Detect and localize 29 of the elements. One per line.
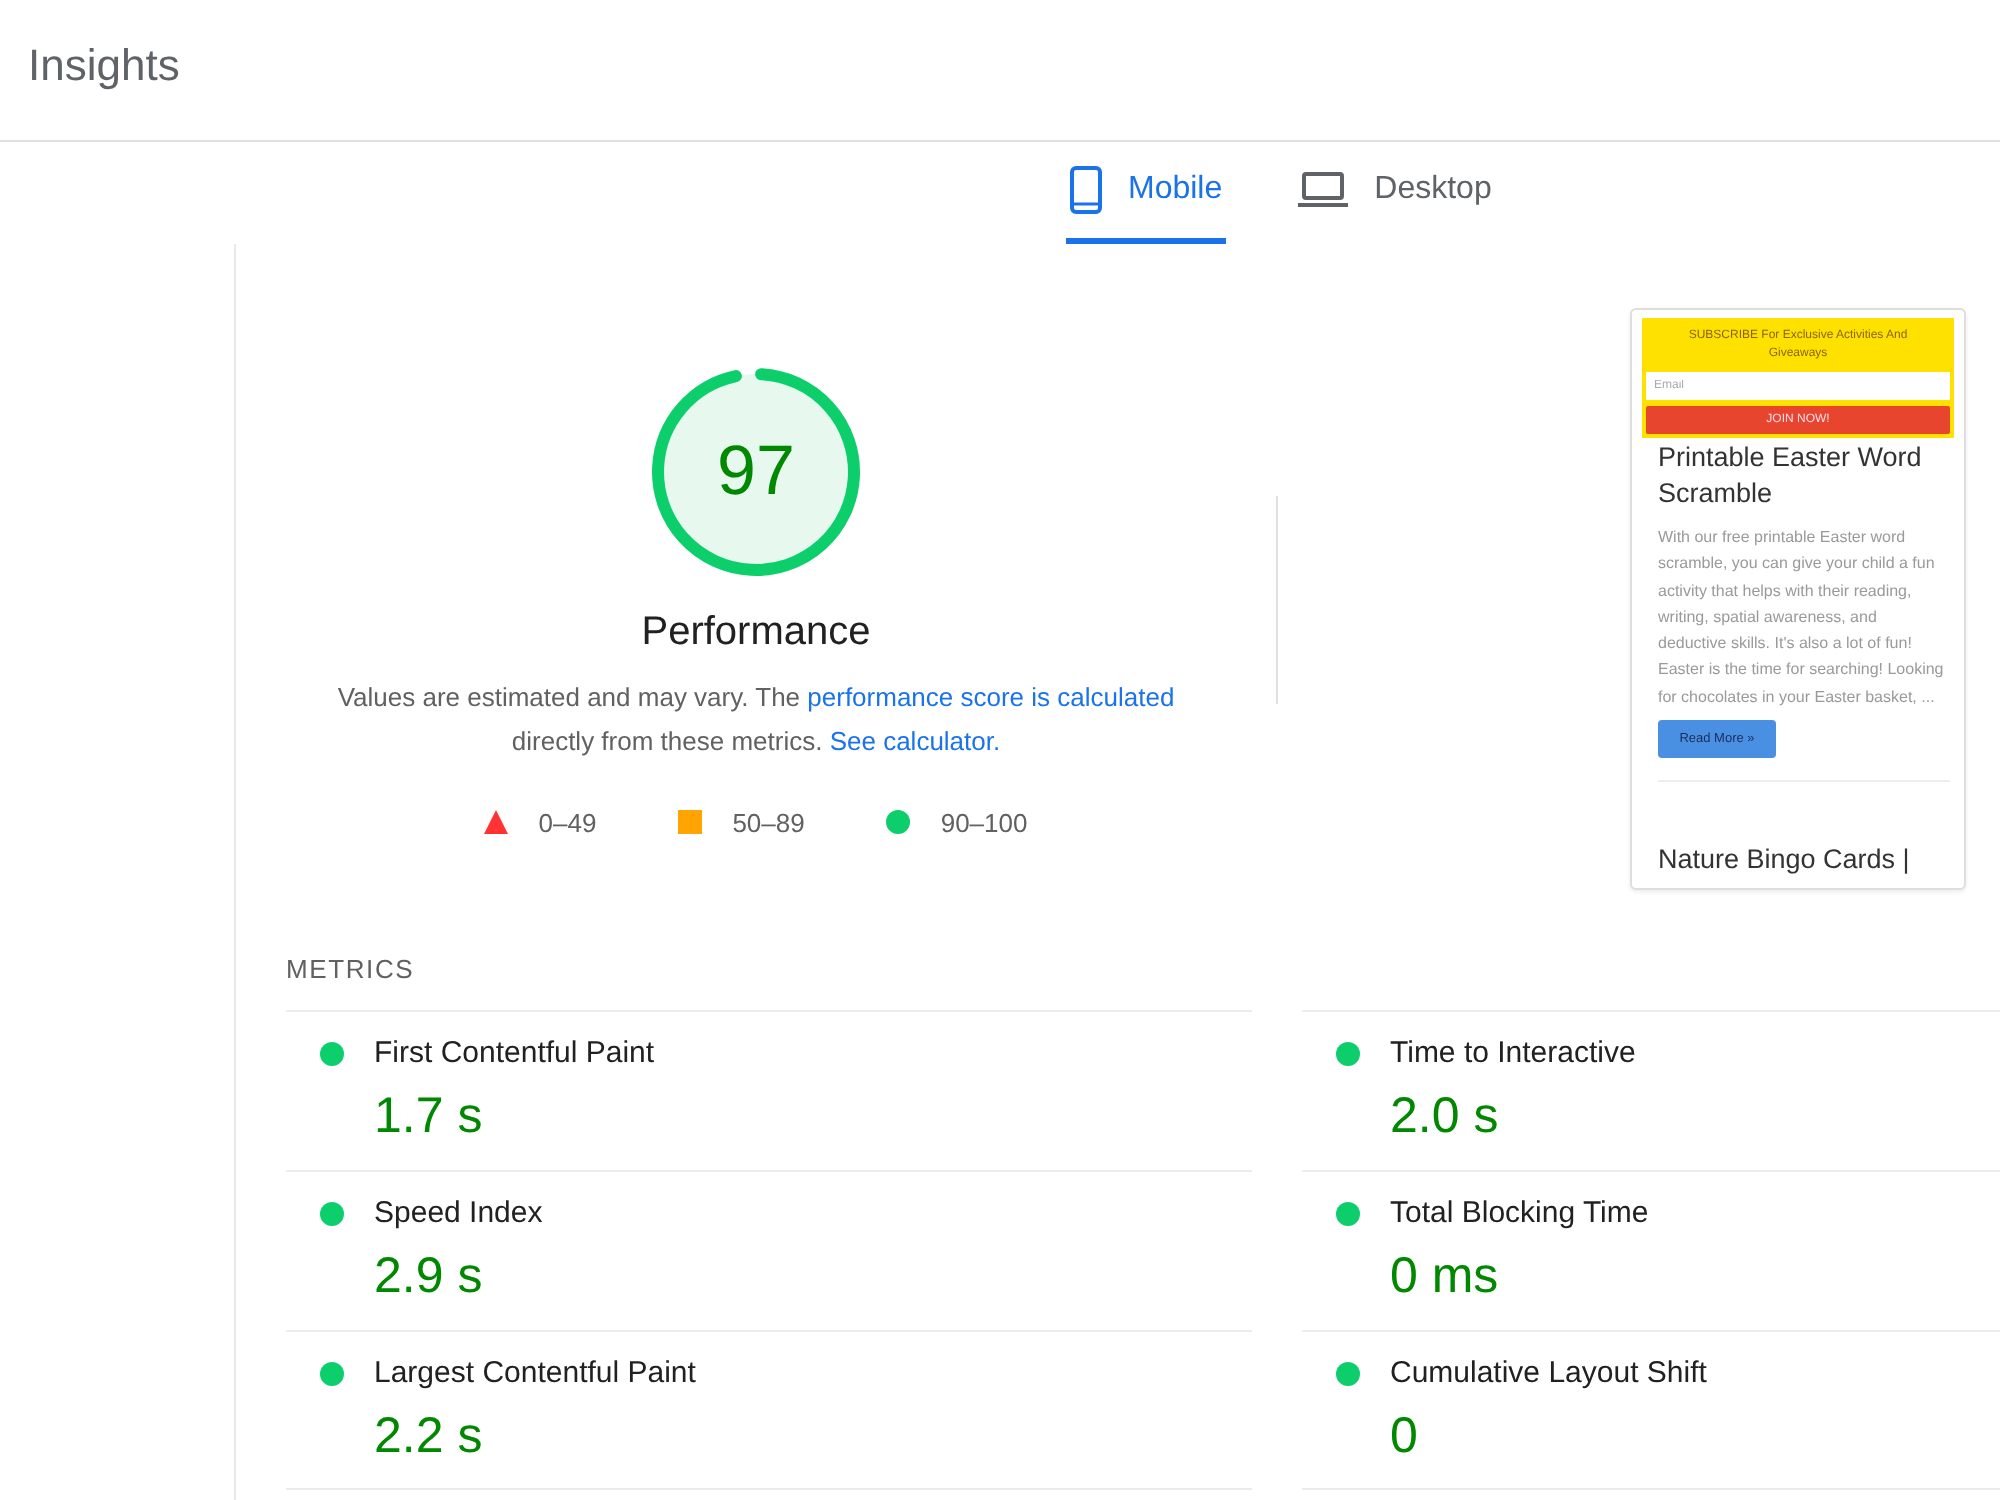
post-excerpt: With our free printable Easter word scramble, you can give your child a fun activity that helps with their reading, writing, spatial awareness, and deductive skills. It's also a lot of fun! Easter is the time for searching! Looking for chocolates in your Easter basket, ... — [1658, 526, 1946, 710]
metrics-heading: METRICS — [286, 954, 415, 986]
description-link[interactable]: performance score is calculated — [807, 682, 1175, 712]
post-title: Printable Easter Word Scramble — [1658, 440, 1924, 512]
legend-label: 0–49 — [538, 807, 597, 837]
metric-label: Total Blocking Time — [1390, 1196, 1649, 1232]
metric-label: Speed Index — [374, 1196, 543, 1232]
device-tab[interactable]: Mobile — [1066, 142, 1227, 244]
metric-label: Time to Interactive — [1390, 1036, 1636, 1072]
description-link[interactable]: See calculator. — [829, 726, 1001, 756]
next-post-title: Nature Bingo Cards | — [1658, 842, 1912, 879]
metric-value: 1.7 s — [374, 1086, 483, 1146]
metric-value: 2.0 s — [1390, 1086, 1499, 1146]
metric-value: 2.9 s — [374, 1246, 483, 1306]
legend-label: 90–100 — [940, 807, 1028, 837]
metric-value: 0 ms — [1390, 1246, 1499, 1306]
score-title: Performance — [641, 608, 871, 656]
metric-label: Cumulative Layout Shift — [1390, 1356, 1707, 1392]
laptop-icon — [1298, 172, 1349, 208]
metric-value: 0 — [1390, 1406, 1418, 1466]
legend-label: 50–89 — [732, 807, 805, 837]
score-description: Values are estimated and may vary. The performance score is calculated directly from these metrics. See calculator. — [335, 680, 1177, 760]
score-value: 97 — [715, 432, 797, 512]
metric-label: Largest Contentful Paint — [374, 1356, 696, 1392]
phone-icon — [1070, 166, 1102, 214]
metric-value: 2.2 s — [374, 1406, 483, 1466]
page-title: Insights — [28, 40, 180, 92]
metric-label: First Contentful Paint — [374, 1036, 655, 1072]
device-tab[interactable]: Desktop — [1294, 142, 1496, 244]
